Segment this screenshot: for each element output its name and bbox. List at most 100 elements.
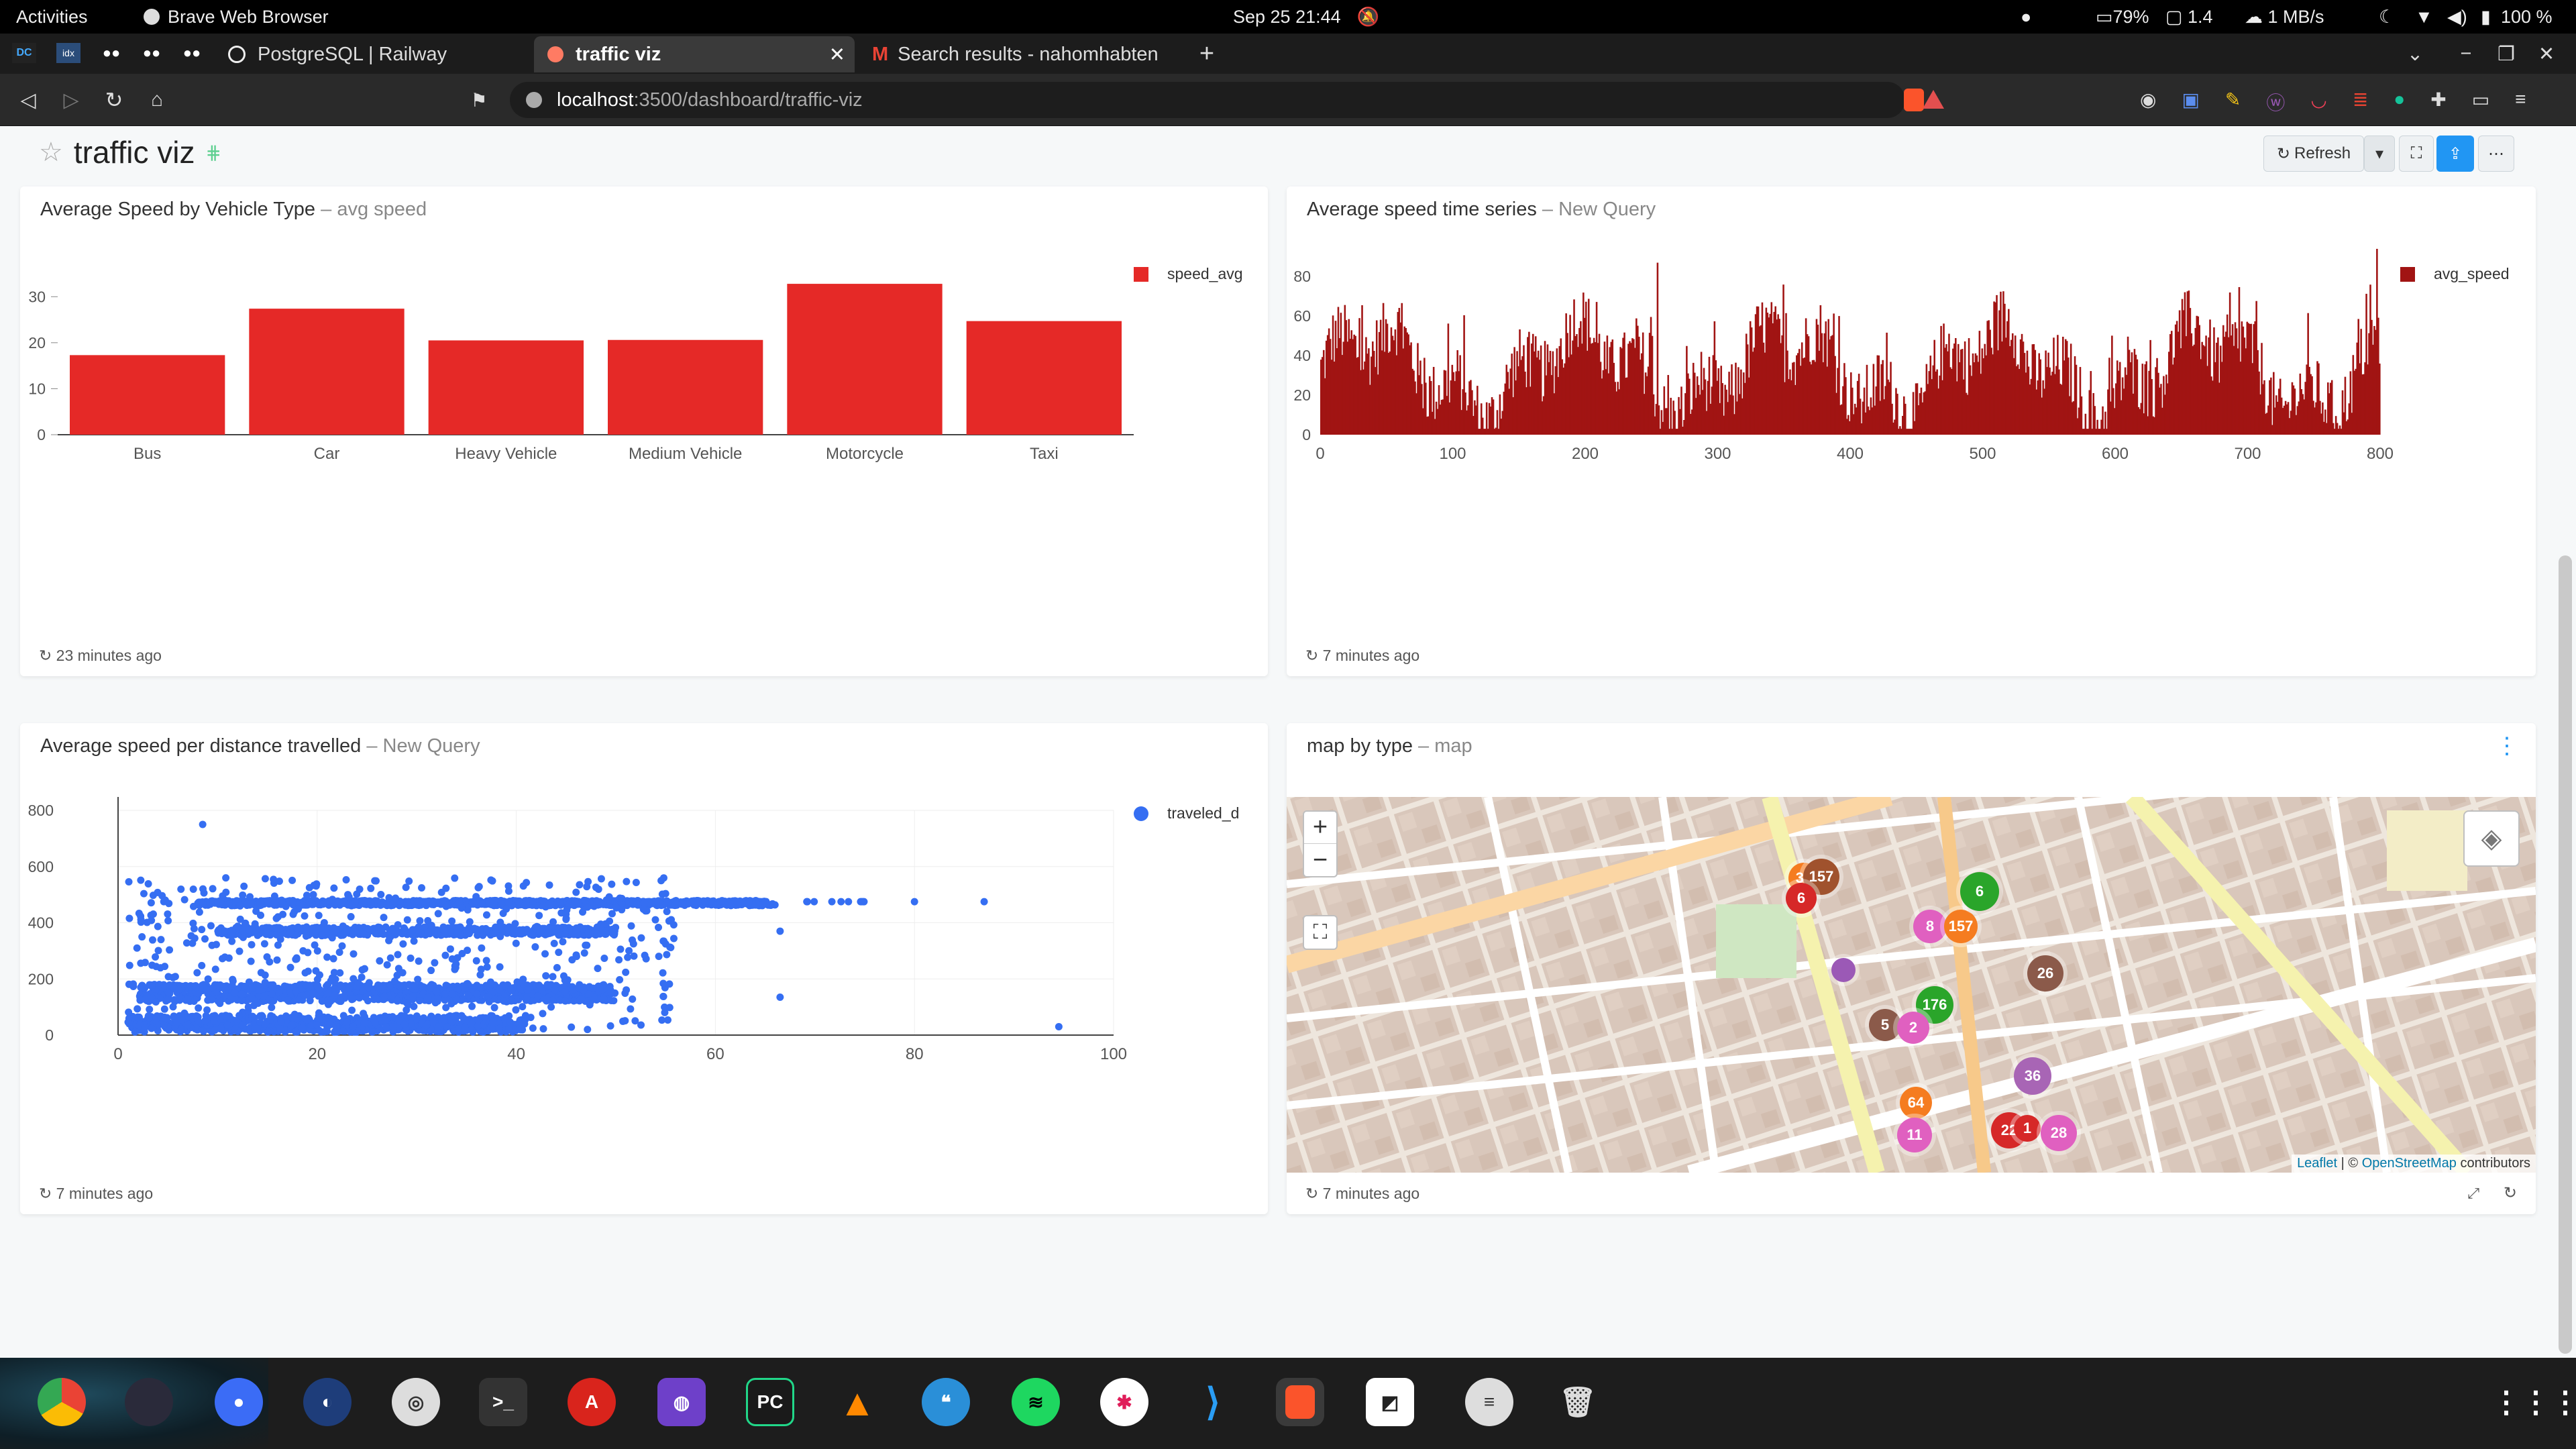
dock-terminal-icon[interactable]: >_ — [479, 1378, 527, 1426]
dock-app-dark-icon[interactable] — [125, 1378, 173, 1426]
dock-chat-app-icon[interactable]: ❝ — [922, 1378, 970, 1426]
wifi-icon[interactable]: ▼ — [2415, 7, 2433, 28]
dock-github-icon[interactable]: ◍ — [657, 1378, 706, 1426]
widget-refresh-icon[interactable]: ↻ — [2504, 1183, 2517, 1203]
extension-grammarly-icon[interactable]: ● — [2394, 89, 2405, 115]
pinned-tab-dc[interactable]: DC — [12, 43, 36, 63]
widget-title[interactable]: Average speed per distance travelled – N… — [40, 735, 480, 757]
back-button-icon[interactable]: ◁ — [15, 87, 42, 113]
tray-app-icon[interactable]: ● — [2021, 7, 2031, 28]
active-app-indicator[interactable]: Brave Web Browser — [144, 7, 329, 28]
map-cluster-marker[interactable]: 28 — [2041, 1115, 2077, 1151]
dock-pycharm-icon[interactable]: PC — [746, 1378, 794, 1426]
more-options-button[interactable]: ⋯ — [2478, 136, 2514, 172]
address-bar[interactable]: localhost:3500/dashboard/traffic-viz — [510, 82, 1924, 118]
refresh-button[interactable]: ↻ Refresh — [2263, 136, 2364, 172]
extension-screenshot-icon[interactable]: ▣ — [2182, 89, 2199, 115]
widget-refresh-time[interactable]: ↻ 7 minutes ago — [1305, 1185, 1419, 1203]
pinned-tab-medium-3[interactable]: ●● — [180, 43, 204, 63]
browser-menu-icon[interactable]: ≡ — [2515, 89, 2526, 115]
dock-inkscape-icon[interactable]: ◩ — [1366, 1378, 1414, 1426]
refresh-schedule-dropdown[interactable]: ▾ — [2364, 136, 2395, 172]
map-cluster-marker[interactable]: 8 — [1913, 910, 1947, 943]
cpu-indicator[interactable]: ▢ 1.4 — [2165, 7, 2213, 28]
new-tab-button[interactable]: + — [1191, 40, 1222, 68]
map-single-marker[interactable] — [1831, 958, 1856, 982]
dock-bluetooth-app-icon[interactable]: ● — [215, 1378, 263, 1426]
zoom-out-button[interactable]: − — [1304, 844, 1336, 876]
map-cluster-marker[interactable]: 2 — [1897, 1012, 1929, 1044]
zoom-in-button[interactable]: + — [1304, 812, 1336, 844]
brave-shields-icon[interactable] — [1904, 89, 1924, 111]
map-fullscreen-button[interactable]: ⛶ — [1303, 915, 1338, 950]
dock-show-apps-icon[interactable]: ⋮⋮⋮ — [2491, 1378, 2576, 1426]
extension-todoist-icon[interactable]: ≣ — [2353, 89, 2368, 115]
bookmark-icon[interactable]: ⚑ — [466, 87, 492, 113]
dock-slack-icon[interactable]: ✱ — [1100, 1378, 1148, 1426]
extension-w-icon[interactable]: ⓦ — [2266, 89, 2285, 115]
reload-icon[interactable]: ↻ — [101, 87, 127, 113]
dock-camera-app-icon[interactable]: ◎ — [392, 1378, 440, 1426]
share-button[interactable]: ⇪ — [2436, 136, 2474, 172]
home-icon[interactable]: ⌂ — [144, 87, 170, 113]
osm-link[interactable]: OpenStreetMap — [2362, 1156, 2457, 1171]
site-info-icon[interactable] — [526, 92, 542, 108]
forward-button-icon[interactable]: ▷ — [58, 87, 85, 113]
extension-pocket-icon[interactable]: ◡ — [2310, 89, 2326, 115]
dashboard-title[interactable]: traffic viz — [74, 134, 195, 170]
tab-list-icon[interactable]: ⌄ — [2402, 40, 2428, 67]
dock-vscode-icon[interactable]: ⟩ — [1189, 1378, 1237, 1426]
widget-title[interactable]: Average Speed by Vehicle Type – avg spee… — [40, 199, 427, 221]
widget-menu-icon[interactable]: ⋮ — [2496, 733, 2518, 759]
dock-disks-icon[interactable]: ≡ — [1465, 1378, 1513, 1426]
widget-title[interactable]: Average speed time series – New Query — [1307, 199, 1656, 221]
map-cluster-marker[interactable]: 26 — [2027, 955, 2063, 991]
minimize-window-icon[interactable]: − — [2453, 40, 2479, 67]
map-cluster-marker[interactable]: 1 — [2014, 1115, 2041, 1142]
dock-pdf-app-icon[interactable]: A — [568, 1378, 616, 1426]
close-window-icon[interactable]: ✕ — [2533, 40, 2560, 67]
extension-highlighter-icon[interactable]: ✎ — [2225, 89, 2241, 115]
map-cluster-marker[interactable]: 157 — [1944, 910, 1978, 943]
tab-gmail-search[interactable]: M Search results - nahomhabten — [859, 36, 1174, 72]
brave-rewards-icon[interactable] — [1923, 90, 1944, 109]
map-cluster-marker[interactable]: 64 — [1900, 1087, 1932, 1119]
network-speed-indicator[interactable]: ☁ 1 MB/s — [2245, 7, 2324, 28]
leaflet-map[interactable]: 38157681576176265236641122128 + − ⛶ ◈ Le… — [1287, 797, 2536, 1173]
page-scrollbar[interactable] — [2559, 555, 2572, 1354]
dock-toggle-app-icon[interactable]: ◐ — [303, 1378, 352, 1426]
tab-postgresql-railway[interactable]: PostgreSQL | Railway — [215, 36, 530, 72]
tab-close-icon[interactable]: ✕ — [829, 43, 845, 66]
fullscreen-button[interactable]: ⛶ — [2399, 136, 2434, 172]
map-cluster-marker[interactable]: 36 — [2014, 1057, 2051, 1095]
dock-spotify-icon[interactable]: ≋ — [1012, 1378, 1060, 1426]
map-cluster-marker[interactable]: 6 — [1786, 883, 1817, 914]
dock-vlc-icon[interactable]: ▲ — [833, 1378, 881, 1426]
dock-brave-icon[interactable] — [1276, 1378, 1324, 1426]
layers-control-icon[interactable]: ◈ — [2463, 810, 2520, 867]
extension-owl-icon[interactable]: ◉ — [2140, 89, 2156, 115]
volume-icon[interactable]: ◀) — [2447, 7, 2467, 28]
clock[interactable]: Sep 25 21:44 🔕 — [1233, 6, 1379, 28]
widget-refresh-time[interactable]: ↻ 7 minutes ago — [1305, 647, 1419, 665]
battery-history-indicator[interactable]: ▭79% — [2096, 7, 2149, 28]
widget-expand-icon[interactable]: ⤢ — [2467, 1185, 2479, 1202]
wallet-icon[interactable]: ▭ — [2472, 89, 2489, 115]
extensions-puzzle-icon[interactable]: ✚ — [2430, 89, 2446, 115]
leaflet-link[interactable]: Leaflet — [2297, 1156, 2337, 1171]
widget-refresh-time[interactable]: ↻ 23 minutes ago — [39, 647, 162, 665]
dock-chrome-icon[interactable] — [38, 1378, 86, 1426]
pinned-tab-idx[interactable]: idx — [56, 43, 80, 63]
restore-window-icon[interactable]: ❐ — [2493, 40, 2520, 67]
map-cluster-marker[interactable]: 11 — [1897, 1118, 1932, 1152]
night-light-icon[interactable]: ☾ — [2379, 7, 2395, 28]
activities-button[interactable]: Activities — [16, 7, 88, 28]
pinned-tab-medium-2[interactable]: ●● — [140, 43, 164, 63]
battery-icon[interactable]: ▮ — [2481, 7, 2491, 28]
pinned-tab-medium-1[interactable]: ●● — [99, 43, 123, 63]
dock-trash-icon[interactable]: 🗑 — [1554, 1378, 1602, 1426]
widget-refresh-time[interactable]: ↻ 7 minutes ago — [39, 1185, 153, 1203]
tab-traffic-viz[interactable]: traffic viz ✕ — [534, 36, 855, 72]
map-cluster-marker[interactable]: 6 — [1960, 872, 1999, 911]
map-cluster-marker[interactable]: 5 — [1869, 1009, 1901, 1041]
